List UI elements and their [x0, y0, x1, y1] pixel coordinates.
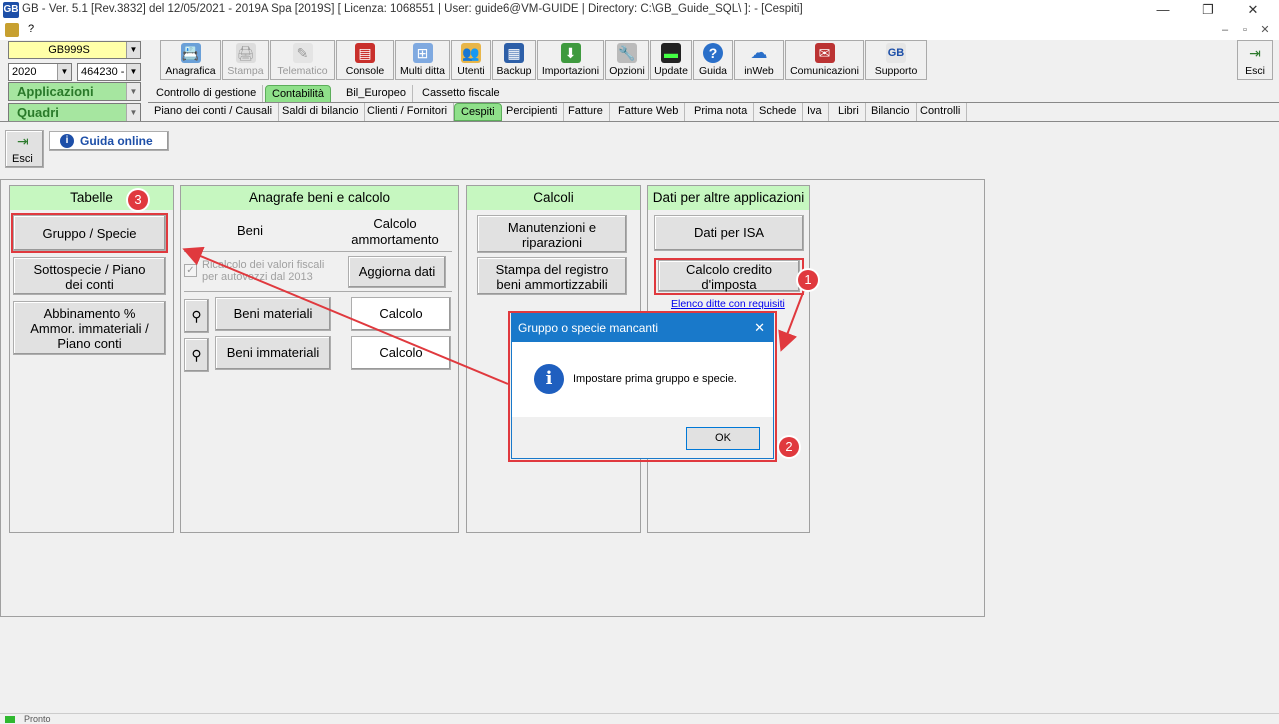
status-indicator-icon — [5, 716, 15, 723]
annotation-arrows — [182, 246, 805, 385]
annotation-badge-2: 2 — [779, 437, 799, 457]
annotation-badge-1: 1 — [798, 270, 818, 290]
status-bar: Pronto — [0, 713, 1279, 724]
arrow-to-dialog — [778, 289, 805, 352]
arrow-to-gruppo — [182, 246, 509, 385]
annotation-badge-3: 3 — [128, 190, 148, 210]
status-text: Pronto — [24, 714, 51, 724]
